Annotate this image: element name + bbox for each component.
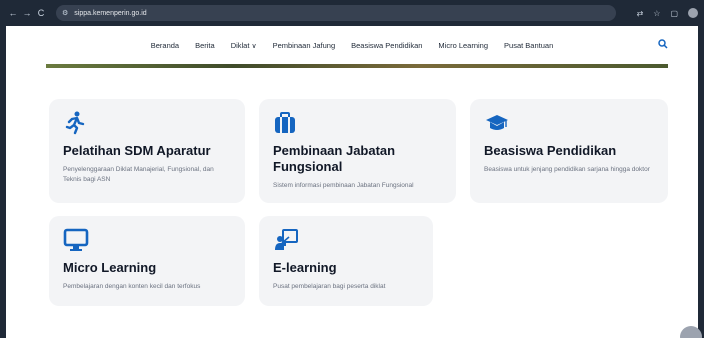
forward-icon[interactable]: → [20,8,34,18]
reload-icon[interactable]: C [34,8,48,18]
running-person-icon [63,111,87,135]
teacher-board-icon [273,228,298,252]
translate-icon[interactable]: ⇄ [637,9,644,18]
graduation-cap-icon [484,111,508,135]
card-description: Penyelenggaraan Diklat Manajerial, Fungs… [63,166,214,183]
card-description: Pusat pembelajaran bagi peserta diklat [273,283,386,290]
site-info-icon[interactable]: ⚙ [62,9,68,17]
extensions-icon[interactable]: ▢ [670,9,678,18]
card-title: E-learning [273,260,337,275]
card-title: Pelatihan SDM Aparatur [63,143,211,158]
nav-pusat-bantuan[interactable]: Pusat Bantuan [504,41,553,50]
nav-beranda[interactable]: Beranda [151,41,179,50]
avatar-icon[interactable] [688,8,698,18]
window-frame-left [0,26,6,338]
nav-diklat-label: Diklat [230,40,250,50]
star-icon[interactable]: ☆ [653,9,660,18]
card-description: Sistem informasi pembinaan Jabatan Fungs… [273,182,414,189]
window-frame-right [698,26,704,338]
browser-toolbar: ← → C ⚙ sippa.kemenperin.go.id ⇄ ☆ ▢ [0,0,704,26]
nav-pembinaan-jafung[interactable]: Pembinaan Jafung [273,41,336,50]
card-e-learning[interactable]: E-learning Pusat pembelajaran bagi peser… [259,216,433,306]
card-micro-learning[interactable]: Micro Learning Pembelajaran dengan konte… [49,216,245,306]
url-text: sippa.kemenperin.go.id [74,9,147,17]
nav-diklat[interactable]: Diklat ∨ [231,41,257,50]
nav-beasiswa-pendidikan[interactable]: Beasiswa Pendidikan [351,41,422,50]
nav-berita[interactable]: Berita [195,41,215,50]
card-description: Beasiswa untuk jenjang pendidikan sarjan… [484,166,650,173]
card-pelatihan-sdm[interactable]: Pelatihan SDM Aparatur Penyelenggaraan D… [49,99,245,203]
card-beasiswa-pendidikan[interactable]: Beasiswa Pendidikan Beasiswa untuk jenja… [470,99,668,203]
main-nav: Beranda Berita Diklat ∨ Pembinaan Jafung … [6,26,698,64]
card-pembinaan-jabatan[interactable]: Pembinaan Jabatan Fungsional Sistem info… [259,99,456,203]
nav-micro-learning[interactable]: Micro Learning [438,41,488,50]
card-title: Micro Learning [63,260,157,275]
card-description: Pembelajaran dengan konten kecil dan ter… [63,283,201,290]
monitor-icon [63,228,89,252]
hero-image-strip [46,64,668,68]
chevron-down-icon: ∨ [251,42,257,50]
briefcase-icon [273,111,297,135]
card-title: Pembinaan Jabatan Fungsional [273,143,396,174]
address-bar[interactable]: ⚙ sippa.kemenperin.go.id [56,5,616,21]
back-icon[interactable]: ← [6,8,20,18]
search-icon[interactable] [658,39,668,51]
card-title: Beasiswa Pendidikan [484,143,617,158]
